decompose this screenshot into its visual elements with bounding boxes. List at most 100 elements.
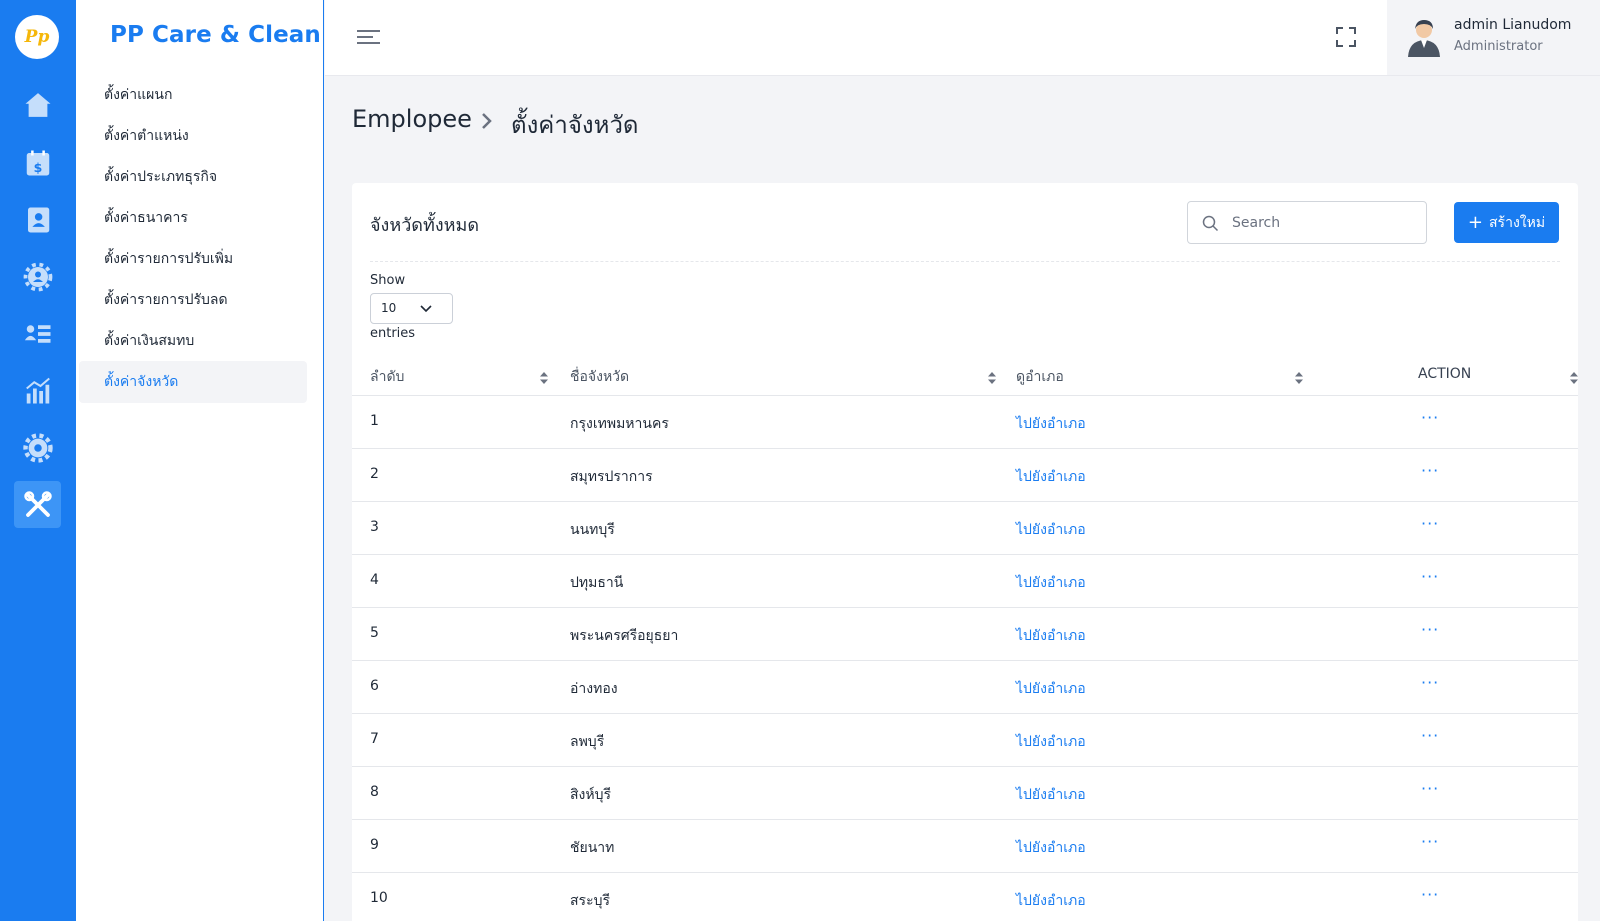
column-header-province-name[interactable]: ชื่อจังหวัด (570, 366, 629, 388)
districts-link[interactable]: ไปยังอำเภอ (1016, 837, 1086, 859)
districts-link[interactable]: ไปยังอำเภอ (1016, 731, 1086, 753)
submenu-item-additions[interactable]: ตั้งค่ารายการปรับเพิ่ม (79, 238, 307, 280)
tools-icon (23, 490, 52, 517)
avatar (1408, 20, 1440, 57)
page-title: ตั้งค่าจังหวัด (511, 111, 639, 139)
cell-province-name: สมุทรปราการ (570, 469, 653, 485)
search-icon (1202, 215, 1219, 232)
rail-tools[interactable] (14, 481, 61, 528)
settings-gear-icon (22, 432, 53, 463)
cell-province-name: นนทบุรี (570, 522, 615, 538)
row-actions-button[interactable]: ··· (1421, 567, 1439, 586)
sort-icon[interactable] (1295, 372, 1303, 384)
cell-number: 6 (370, 678, 379, 694)
cell-province-name: สระบุรี (570, 893, 610, 909)
brand-name: PP Care & Clean (110, 22, 321, 48)
top-header: admin Lianudom Administrator (325, 0, 1600, 76)
page-size-value: 10 (381, 301, 397, 315)
show-label: Show (370, 273, 406, 288)
user-role: Administrator (1454, 39, 1543, 54)
table-row: 5 พระนครศรีอยุธยา ไปยังอำเภอ ··· (352, 608, 1578, 661)
province-card: จังหวัดทั้งหมด + สร้างใหม่ Show 10 entri… (352, 183, 1578, 921)
table-row: 3 นนทบุรี ไปยังอำเภอ ··· (352, 502, 1578, 555)
create-new-label: สร้างใหม่ (1489, 214, 1546, 231)
table-row: 9 ชัยนาท ไปยังอำเภอ ··· (352, 820, 1578, 873)
row-actions-button[interactable]: ··· (1421, 673, 1439, 692)
cell-province-name: อ่างทอง (570, 681, 618, 697)
create-new-button[interactable]: + สร้างใหม่ (1454, 202, 1559, 243)
table-row: 7 ลพบุรี ไปยังอำเภอ ··· (352, 714, 1578, 767)
rail-teams[interactable] (14, 253, 61, 300)
cell-number: 10 (370, 890, 388, 906)
table-row: 1 กรุงเทพมหานคร ไปยังอำเภอ ··· (352, 396, 1578, 449)
row-actions-button[interactable]: ··· (1421, 461, 1439, 480)
row-actions-button[interactable]: ··· (1421, 408, 1439, 427)
entries-label: entries (370, 326, 416, 341)
column-header-action[interactable]: ACTION (1418, 366, 1471, 382)
user-list-icon (24, 324, 50, 343)
cell-number: 8 (370, 784, 379, 800)
search-input[interactable] (1232, 212, 1412, 234)
districts-link[interactable]: ไปยังอำเภอ (1016, 678, 1086, 700)
table-row: 8 สิงห์บุรี ไปยังอำเภอ ··· (352, 767, 1578, 820)
districts-link[interactable]: ไปยังอำเภอ (1016, 625, 1086, 647)
table-header: ลำดับ ชื่อจังหวัด ดูอำเภอ ACTION (352, 353, 1578, 396)
cell-number: 2 (370, 466, 379, 482)
sort-icon[interactable] (1570, 372, 1578, 384)
column-header-number[interactable]: ลำดับ (370, 366, 404, 388)
page-size-select[interactable]: 10 (370, 293, 453, 324)
rail-employees[interactable] (14, 196, 61, 243)
cell-province-name: ชัยนาท (570, 840, 615, 856)
submenu-item-department[interactable]: ตั้งค่าแผนก (79, 74, 307, 116)
fullscreen-icon[interactable] (1335, 26, 1357, 48)
districts-link[interactable]: ไปยังอำเภอ (1016, 572, 1086, 594)
submenu-item-position[interactable]: ตั้งค่าตำแหน่ง (79, 115, 307, 157)
cell-number: 3 (370, 519, 379, 535)
chevron-right-icon (482, 113, 492, 129)
sort-icon[interactable] (988, 372, 996, 384)
rail-payroll[interactable]: $ (14, 139, 61, 186)
rail-home[interactable] (14, 81, 61, 128)
cell-province-name: ลพบุรี (570, 734, 605, 750)
svg-text:$: $ (33, 159, 42, 174)
row-actions-button[interactable]: ··· (1421, 885, 1439, 904)
bar-chart-icon (25, 377, 50, 403)
submenu-item-bank[interactable]: ตั้งค่าธนาคาร (79, 197, 307, 239)
table-row: 2 สมุทรปราการ ไปยังอำเภอ ··· (352, 449, 1578, 502)
submenu-item-contributions[interactable]: ตั้งค่าเงินสมทบ (79, 320, 307, 362)
user-name: admin Lianudom (1454, 17, 1572, 33)
brand-logo[interactable]: Pp (15, 15, 59, 59)
row-actions-button[interactable]: ··· (1421, 514, 1439, 533)
cell-number: 9 (370, 837, 379, 853)
districts-link[interactable]: ไปยังอำเภอ (1016, 413, 1086, 435)
column-header-districts[interactable]: ดูอำเภอ (1016, 366, 1064, 388)
home-icon (25, 92, 50, 117)
divider (370, 261, 1560, 262)
rail-lists[interactable] (14, 310, 61, 357)
districts-link[interactable]: ไปยังอำเภอ (1016, 519, 1086, 541)
hamburger-menu-icon[interactable] (357, 26, 382, 48)
province-table: ลำดับ ชื่อจังหวัด ดูอำเภอ ACTION 1 กรุงเ… (352, 353, 1578, 921)
search-box[interactable] (1187, 201, 1427, 244)
districts-link[interactable]: ไปยังอำเภอ (1016, 466, 1086, 488)
row-actions-button[interactable]: ··· (1421, 726, 1439, 745)
districts-link[interactable]: ไปยังอำเภอ (1016, 784, 1086, 806)
rail-reports[interactable] (14, 367, 61, 414)
submenu-item-province[interactable]: ตั้งค่าจังหวัด (79, 361, 307, 403)
plus-icon: + (1467, 211, 1484, 233)
table-row: 6 อ่างทอง ไปยังอำเภอ ··· (352, 661, 1578, 714)
table-row: 10 สระบุรี ไปยังอำเภอ ··· (352, 873, 1578, 921)
submenu-item-deductions[interactable]: ตั้งค่ารายการปรับลด (79, 279, 307, 321)
row-actions-button[interactable]: ··· (1421, 620, 1439, 639)
row-actions-button[interactable]: ··· (1421, 779, 1439, 798)
cell-number: 4 (370, 572, 379, 588)
sort-icon[interactable] (540, 372, 548, 384)
row-actions-button[interactable]: ··· (1421, 832, 1439, 851)
rail-settings[interactable] (14, 424, 61, 471)
team-gear-icon (23, 262, 52, 291)
breadcrumb-parent[interactable]: Emplopee (352, 105, 472, 133)
submenu-item-business-type[interactable]: ตั้งค่าประเภทธุรกิจ (79, 156, 307, 198)
brand-logo-mark: Pp (24, 27, 50, 47)
districts-link[interactable]: ไปยังอำเภอ (1016, 890, 1086, 912)
user-menu[interactable]: admin Lianudom Administrator (1387, 0, 1600, 75)
